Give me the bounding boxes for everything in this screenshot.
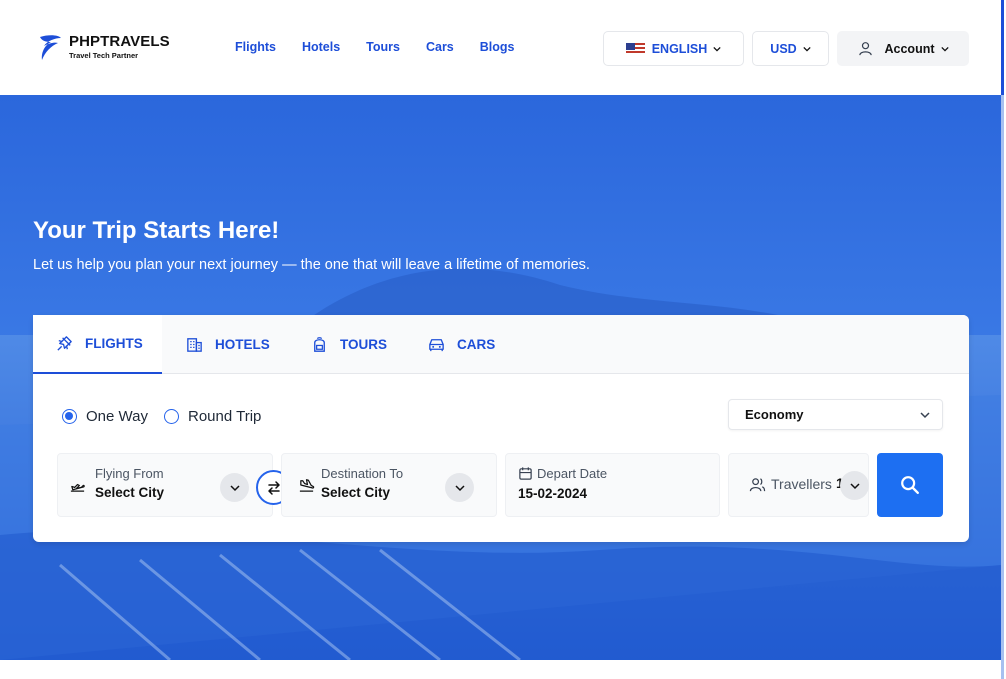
radio-button[interactable] xyxy=(62,409,77,424)
language-label: ENGLISH xyxy=(651,41,708,56)
chevron-down-icon xyxy=(849,482,860,489)
currency-label: USD xyxy=(770,41,797,56)
main-nav: Flights Hotels Tours Cars Blogs xyxy=(235,40,515,54)
takeoff-icon xyxy=(70,483,85,492)
chevron-down-icon xyxy=(940,46,949,52)
destination-to-dropdown[interactable] xyxy=(445,473,474,502)
nav-tours[interactable]: Tours xyxy=(366,40,400,54)
site-header: PHPTRAVELS Travel Tech Partner Flights H… xyxy=(0,0,1001,95)
radio-one-way-label: One Way xyxy=(86,408,148,425)
depart-date-value: 15-02-2024 xyxy=(518,486,588,501)
radio-one-way[interactable]: One Way xyxy=(62,408,148,425)
search-card: FLIGHTS HOTELS TOURS CARS One Way Round … xyxy=(33,315,969,542)
account-dropdown[interactable]: Account xyxy=(837,31,969,66)
flying-from-value: Select City xyxy=(95,485,165,500)
us-flag-icon xyxy=(625,42,645,55)
scrollbar[interactable] xyxy=(1001,0,1006,679)
tab-tours[interactable]: TOURS xyxy=(310,315,387,374)
tab-cars[interactable]: CARS xyxy=(427,315,495,374)
tab-tours-label: TOURS xyxy=(340,337,388,352)
flying-from-field[interactable]: Flying From Select City xyxy=(57,453,273,517)
backpack-icon xyxy=(314,337,325,352)
search-icon xyxy=(901,476,919,494)
car-icon xyxy=(429,339,444,352)
hero-subtitle: Let us help you plan your next journey —… xyxy=(33,257,590,273)
flying-from-label: Flying From xyxy=(95,466,164,481)
destination-to-field[interactable]: Destination To Select City xyxy=(281,453,497,517)
chevron-down-icon xyxy=(229,484,240,491)
search-button[interactable] xyxy=(877,453,943,517)
travellers-field[interactable]: Travellers 1 xyxy=(728,453,869,517)
depart-date-field[interactable]: Depart Date 15-02-2024 xyxy=(505,453,720,517)
flying-from-dropdown[interactable] xyxy=(220,473,249,502)
tab-flights[interactable]: FLIGHTS xyxy=(33,315,162,374)
tab-hotels-label: HOTELS xyxy=(215,337,270,352)
travellers-dropdown[interactable] xyxy=(840,471,869,500)
chevron-down-icon xyxy=(713,46,721,52)
chevron-down-icon xyxy=(454,484,465,491)
destination-to-value: Select City xyxy=(321,485,391,500)
radio-round-trip-label: Round Trip xyxy=(188,408,262,425)
user-icon xyxy=(858,42,872,56)
users-icon xyxy=(749,478,766,492)
landing-icon xyxy=(299,479,315,492)
depart-date-label: Depart Date xyxy=(537,466,608,481)
calendar-icon xyxy=(519,467,532,480)
brand-logo[interactable]: PHPTRAVELS Travel Tech Partner xyxy=(37,32,170,62)
tab-flights-label: FLIGHTS xyxy=(85,336,143,351)
brand-name: PHPTRAVELS xyxy=(69,33,170,51)
search-tabs: FLIGHTS HOTELS TOURS CARS xyxy=(33,315,969,374)
building-icon xyxy=(187,338,202,352)
language-dropdown[interactable]: ENGLISH xyxy=(603,31,744,66)
chevron-down-icon xyxy=(803,46,811,52)
account-label: Account xyxy=(884,41,935,56)
nav-hotels[interactable]: Hotels xyxy=(302,40,340,54)
swap-arrows-icon xyxy=(267,480,280,495)
tab-cars-label: CARS xyxy=(457,337,496,352)
logo-swoosh-icon xyxy=(40,35,61,60)
hero-title: Your Trip Starts Here! xyxy=(33,217,280,244)
tab-hotels[interactable]: HOTELS xyxy=(185,315,270,374)
cabin-class-select[interactable]: Economy xyxy=(728,399,943,430)
cabin-class-value: Economy xyxy=(745,407,804,422)
destination-to-label: Destination To xyxy=(321,466,404,481)
nav-cars[interactable]: Cars xyxy=(426,40,454,54)
currency-dropdown[interactable]: USD xyxy=(752,31,829,66)
nav-blogs[interactable]: Blogs xyxy=(480,40,515,54)
plane-icon xyxy=(57,336,72,351)
chevron-down-icon xyxy=(920,412,930,419)
radio-round-trip[interactable]: Round Trip xyxy=(164,408,261,425)
page-bottom xyxy=(0,660,1001,679)
radio-button[interactable] xyxy=(164,409,179,424)
brand-tagline: Travel Tech Partner xyxy=(69,51,139,61)
travellers-label: Travellers xyxy=(771,476,832,492)
nav-flights[interactable]: Flights xyxy=(235,40,276,54)
